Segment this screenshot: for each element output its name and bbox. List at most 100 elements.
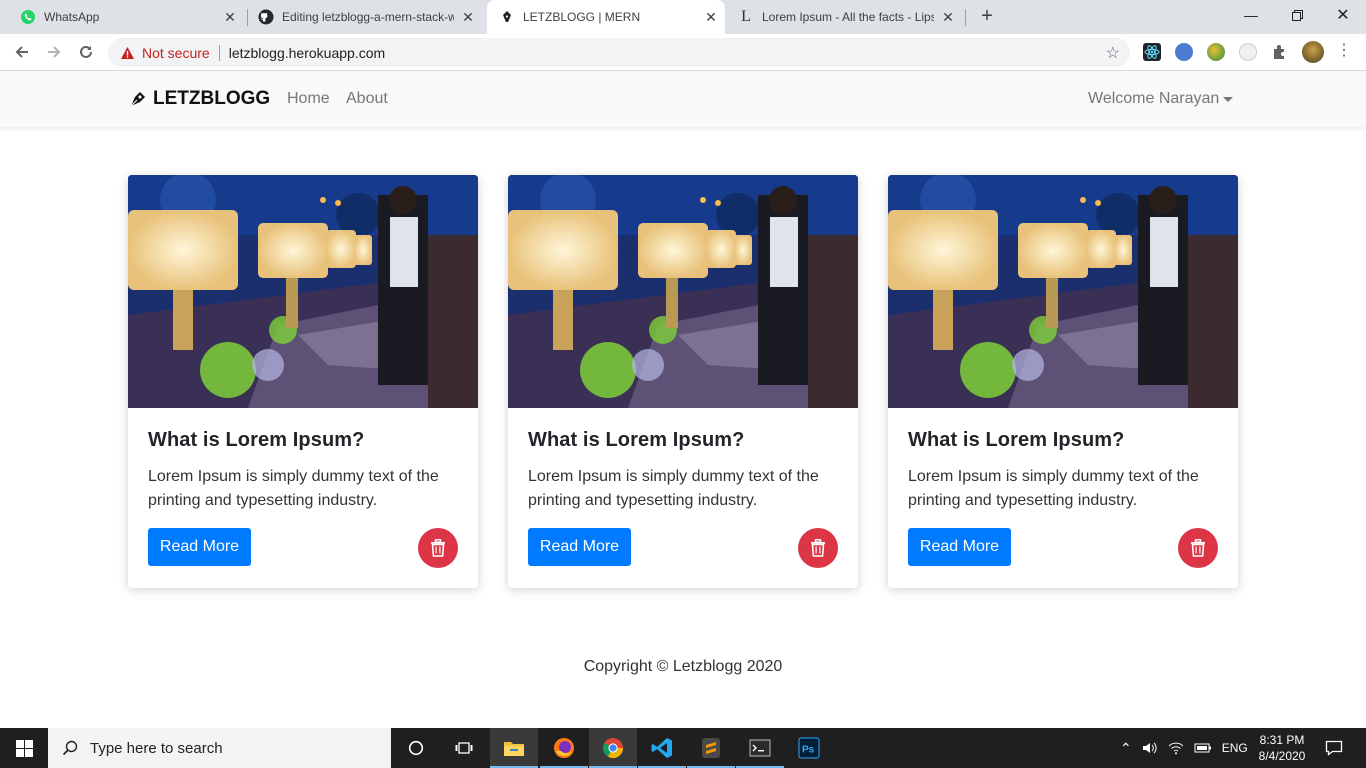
arrow-left-icon [15,46,28,58]
restore-button[interactable] [1274,0,1320,30]
trash-icon [431,539,445,557]
clock-date: 8/4/2020 [1258,749,1306,763]
site-navbar: LETZBLOGG Home About Welcome Narayan [0,71,1366,127]
welcome-label: Welcome Narayan [1088,90,1220,107]
arrow-right-icon [48,46,61,58]
windows-logo-icon [15,739,33,757]
chevron-up-icon[interactable]: ⌃ [1120,740,1132,757]
brand-logo[interactable]: LETZBLOGG [128,88,270,110]
tab-title: Editing letzblogg-a-mern-stack-w [282,10,454,24]
read-more-button[interactable]: Read More [148,528,251,566]
close-icon[interactable]: ✕ [222,9,238,25]
vscode-icon[interactable] [638,728,686,768]
windows-start-button[interactable] [0,728,48,768]
windows-taskbar: Type here to search Ps ⌃ ENG 8:31 PM 8/4… [0,728,1366,768]
cortana-icon[interactable] [392,728,440,768]
volume-icon[interactable] [1142,741,1158,755]
task-view-icon[interactable] [440,728,488,768]
post-card: What is Lorem Ipsum? Lorem Ipsum is simp… [508,175,858,588]
divider [218,44,220,61]
browser-tab-strip: WhatsApp ✕ Editing letzblogg-a-mern-stac… [0,0,1366,34]
search-placeholder: Type here to search [90,739,223,757]
react-devtools-icon[interactable] [1143,43,1161,61]
post-card: What is Lorem Ipsum? Lorem Ipsum is simp… [128,175,478,588]
close-icon[interactable]: ✕ [703,9,719,25]
back-button[interactable] [10,40,34,64]
post-title: What is Lorem Ipsum? [908,429,1125,451]
photoshop-icon[interactable]: Ps [785,728,833,768]
tab-title: WhatsApp [44,10,100,24]
tab-divider [965,9,966,26]
post-image [128,175,478,408]
tab-lipsum[interactable]: L Lorem Ipsum - All the facts - Lips ✕ [730,0,962,34]
file-explorer-icon[interactable] [490,728,538,768]
tab-title: Lorem Ipsum - All the facts - Lips [762,10,934,24]
delete-post-button[interactable] [418,528,458,568]
new-tab-button[interactable]: + [976,6,998,28]
read-more-button[interactable]: Read More [528,528,631,566]
system-tray: ⌃ ENG [1120,728,1248,768]
pen-nib-icon [499,9,515,25]
brand-name: LETZBLOGG [153,88,271,109]
tab-github[interactable]: Editing letzblogg-a-mern-stack-w ✕ [250,0,482,34]
user-dropdown[interactable]: Welcome Narayan [1088,90,1234,108]
close-icon[interactable]: ✕ [460,9,476,25]
read-more-button[interactable]: Read More [908,528,1011,566]
kebab-menu-icon[interactable]: ⋮ [1336,43,1352,61]
battery-icon[interactable] [1194,742,1212,754]
caret-down-icon [1223,96,1234,102]
taskbar-search[interactable]: Type here to search [48,728,391,768]
url-text[interactable]: letzblogg.herokuapp.com [229,45,385,61]
forward-button[interactable] [42,40,66,64]
restore-icon [1291,9,1303,21]
tab-whatsapp[interactable]: WhatsApp ✕ [12,0,244,34]
reload-button[interactable] [74,40,98,64]
post-excerpt: Lorem Ipsum is simply dummy text of the … [528,468,819,509]
close-window-button[interactable]: ✕ [1320,0,1366,30]
notification-icon[interactable] [1322,728,1346,768]
security-label[interactable]: Not secure [142,45,210,61]
lipsum-l-icon: L [741,8,751,25]
minimize-button[interactable]: — [1228,0,1274,30]
trash-icon [1191,539,1205,557]
warning-icon[interactable] [119,45,135,61]
firefox-icon[interactable] [540,728,588,768]
github-icon [258,9,274,25]
extension-icon[interactable] [1239,43,1257,61]
extensions-puzzle-icon[interactable] [1271,43,1289,61]
post-title: What is Lorem Ipsum? [528,429,745,451]
tab-divider [247,9,248,26]
extension-icon[interactable] [1175,43,1193,61]
wifi-icon[interactable] [1168,741,1184,755]
site-footer: Copyright © Letzblogg 2020 [583,658,783,675]
post-card: What is Lorem Ipsum? Lorem Ipsum is simp… [888,175,1238,588]
post-title: What is Lorem Ipsum? [148,429,365,451]
post-image [508,175,858,408]
bookmark-star-icon[interactable]: ☆ [1106,43,1120,63]
post-excerpt: Lorem Ipsum is simply dummy text of the … [908,468,1199,509]
nav-link-about[interactable]: About [346,90,388,108]
tab-title: LETZBLOGG | MERN [523,10,641,24]
profile-avatar[interactable] [1302,41,1324,63]
terminal-icon[interactable] [736,728,784,768]
close-icon[interactable]: ✕ [940,9,956,25]
search-icon [62,740,78,756]
delete-post-button[interactable] [1178,528,1218,568]
extension-globe-icon[interactable] [1207,43,1225,61]
clock[interactable]: 8:31 PM 8/4/2020 [1254,728,1310,768]
nav-link-home[interactable]: Home [287,90,330,108]
sublime-text-icon[interactable] [687,728,735,768]
tab-letzblogg[interactable]: LETZBLOGG | MERN ✕ [487,0,725,34]
post-image [888,175,1238,408]
delete-post-button[interactable] [798,528,838,568]
trash-icon [811,539,825,557]
clock-time: 8:31 PM [1259,733,1305,747]
pen-nib-icon [130,92,145,107]
whatsapp-icon [20,9,36,25]
address-bar[interactable]: Not secure letzblogg.herokuapp.com ☆ [108,38,1130,67]
chrome-icon[interactable] [589,728,637,768]
svg-text:Ps: Ps [802,745,815,756]
post-excerpt: Lorem Ipsum is simply dummy text of the … [148,468,439,509]
browser-toolbar: Not secure letzblogg.herokuapp.com ☆ ⋮ [0,34,1366,71]
language-indicator[interactable]: ENG [1222,741,1248,755]
